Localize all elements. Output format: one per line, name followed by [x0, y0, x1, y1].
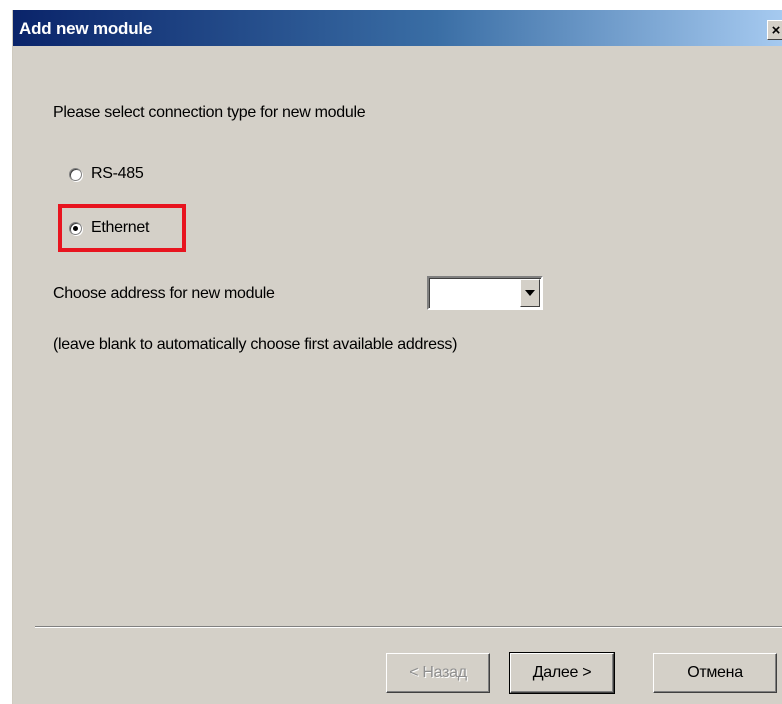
- radio-ethernet[interactable]: Ethernet: [69, 219, 149, 237]
- next-button[interactable]: Далее >: [509, 652, 615, 694]
- chevron-down-icon: [525, 290, 535, 296]
- back-button[interactable]: < Назад: [386, 653, 490, 693]
- address-dropdown-button[interactable]: [520, 279, 540, 307]
- close-button[interactable]: ×: [767, 20, 782, 40]
- radio-rs485-label: RS-485: [91, 165, 144, 182]
- connection-prompt: Please select connection type for new mo…: [53, 104, 366, 121]
- radio-rs485[interactable]: RS-485: [69, 165, 144, 183]
- address-combobox[interactable]: [427, 276, 543, 310]
- cancel-button[interactable]: Отмена: [653, 653, 777, 693]
- close-icon: ×: [771, 22, 781, 39]
- footer-divider: [35, 626, 782, 628]
- add-module-dialog: Add new module × Please select connectio…: [12, 10, 782, 704]
- radio-ethernet-label: Ethernet: [91, 219, 150, 236]
- title-bar[interactable]: Add new module ×: [13, 10, 782, 46]
- radio-rs485-circle[interactable]: [69, 167, 82, 181]
- address-hint: (leave blank to automatically choose fir…: [53, 336, 458, 353]
- radio-ethernet-circle[interactable]: [69, 221, 82, 235]
- address-label: Choose address for new module: [53, 285, 275, 302]
- window-title: Add new module: [19, 19, 153, 38]
